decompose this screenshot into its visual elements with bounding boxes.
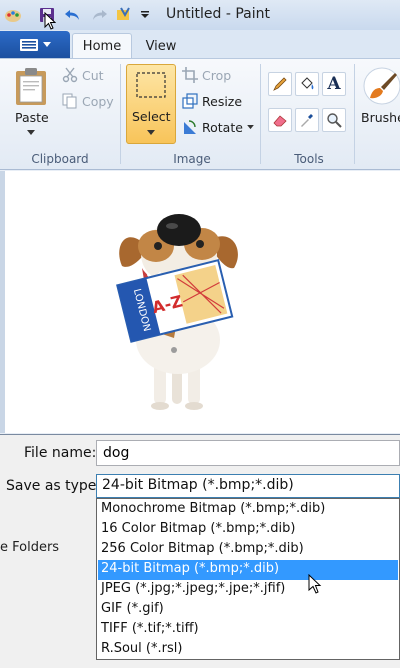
text-tool-icon[interactable]: A: [322, 72, 346, 96]
tab-home[interactable]: Home: [72, 33, 132, 59]
rotate-icon: [184, 120, 196, 134]
file-type-option-24-bit-bmp[interactable]: 24-bit Bitmap (*.bmp;*.dib): [98, 560, 398, 580]
save-as-type-label: Save as type:: [6, 478, 102, 494]
ribbon-separator: [120, 64, 121, 164]
hide-folders-button[interactable]: e Folders: [0, 540, 59, 555]
customize-toolbar-icon[interactable]: [114, 4, 136, 26]
file-type-option-jpeg[interactable]: JPEG (*.jpg;*.jpeg;*.jpe;*.jfif): [98, 580, 398, 600]
file-type-option-tiff[interactable]: TIFF (*.tif;*.tiff): [98, 620, 398, 640]
file-type-option-256-color-bmp[interactable]: 256 Color Bitmap (*.bmp;*.dib): [98, 540, 398, 560]
eraser-icon[interactable]: [268, 108, 292, 132]
title-bar: Untitled - Paint: [0, 0, 400, 30]
save-as-type-dropdown-list: Monochrome Bitmap (*.bmp;*.dib) 16 Color…: [96, 498, 400, 660]
resize-button[interactable]: Resize: [182, 93, 242, 109]
file-type-option-16-color-bmp[interactable]: 16 Color Bitmap (*.bmp;*.dib): [98, 520, 398, 540]
crop-icon: [182, 67, 198, 83]
tab-view[interactable]: View: [136, 33, 186, 59]
cut-button[interactable]: Cut: [62, 67, 104, 83]
ribbon-separator: [354, 64, 355, 164]
file-menu-button[interactable]: [0, 31, 70, 59]
copy-icon: [62, 93, 77, 109]
redo-icon[interactable]: [88, 4, 110, 26]
file-type-option-gif[interactable]: GIF (*.gif): [98, 600, 398, 620]
magnifier-icon[interactable]: [322, 108, 346, 132]
crop-button[interactable]: Crop: [182, 67, 231, 83]
scissors-icon: [62, 67, 78, 83]
dog-picture: LONDON A-Z: [116, 214, 238, 410]
window-title: Untitled - Paint: [166, 6, 270, 22]
rotate-button[interactable]: Rotate: [182, 119, 254, 135]
ribbon-separator: [260, 64, 261, 164]
file-type-option-rsoul[interactable]: R.Soul (*.rsl): [98, 640, 398, 660]
fill-bucket-icon[interactable]: [295, 72, 319, 96]
mouse-cursor-icon: [308, 573, 322, 598]
image-group-label: Image: [173, 152, 211, 166]
select-button[interactable]: Select: [126, 64, 176, 144]
color-picker-icon[interactable]: [295, 108, 319, 132]
brush-icon: [363, 67, 400, 105]
tools-group-label: Tools: [294, 152, 324, 166]
chevron-down-icon: [43, 42, 51, 47]
chevron-down-icon: [247, 124, 254, 129]
save-as-type-select[interactable]: 24-bit Bitmap (*.bmp;*.dib): [96, 474, 400, 498]
undo-icon[interactable]: [62, 4, 84, 26]
chevron-down-icon[interactable]: [138, 4, 152, 26]
chevron-down-icon: [147, 130, 155, 135]
chevron-down-icon: [27, 130, 35, 135]
paste-button[interactable]: Paste: [8, 64, 54, 144]
clipboard-icon: [16, 68, 46, 105]
pencil-tool-icon[interactable]: [268, 72, 292, 96]
paint-app-icon[interactable]: [2, 4, 24, 26]
menu-icon: [20, 39, 38, 51]
copy-button[interactable]: Copy: [62, 93, 114, 109]
file-name-label: File name:: [24, 445, 97, 461]
clipboard-group-label: Clipboard: [31, 152, 89, 166]
resize-icon: [182, 93, 198, 109]
brushes-button[interactable]: Brushes: [358, 64, 400, 144]
file-name-input[interactable]: [96, 440, 400, 466]
selection-rectangle-icon: [136, 72, 166, 98]
file-type-option-monochrome-bmp[interactable]: Monochrome Bitmap (*.bmp;*.dib): [98, 500, 398, 520]
